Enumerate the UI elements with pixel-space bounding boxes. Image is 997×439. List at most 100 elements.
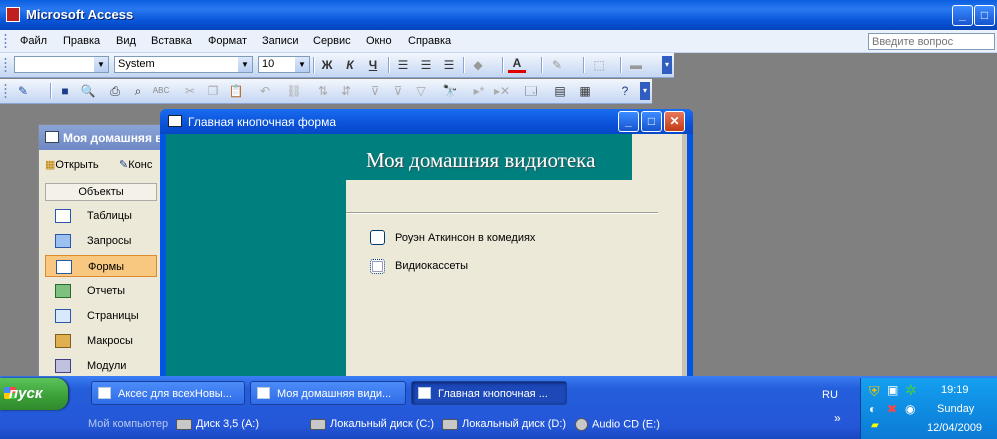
object-pages[interactable]: Страницы: [45, 305, 157, 327]
italic-button[interactable]: К: [341, 56, 359, 74]
ask-question-input[interactable]: [868, 33, 995, 50]
drive-d[interactable]: Локальный диск (D:): [442, 418, 566, 430]
clock-time[interactable]: 19:19: [941, 384, 969, 396]
task-database[interactable]: Моя домашняя види...: [250, 381, 406, 405]
formatting-toolbar: ▼ System ▼ 10 ▼ Ж К Ч ☰ ☰ ☰ ◆ A ✎ ⬚ ▬ ▾: [0, 53, 674, 78]
toolbar-options-icon[interactable]: ▾: [662, 56, 672, 74]
save-icon[interactable]: ■: [56, 82, 74, 100]
hyperlink-icon[interactable]: ⛓: [285, 82, 303, 100]
sort-ascending-icon[interactable]: ⇅: [314, 82, 332, 100]
menu-format[interactable]: Формат: [208, 35, 247, 47]
app-title-bar[interactable]: Microsoft Access _ □: [0, 0, 997, 30]
object-macros[interactable]: Макросы: [45, 330, 157, 352]
toolbar-grip[interactable]: [4, 57, 7, 73]
task-access-doc[interactable]: Аксес для всехНовы...: [91, 381, 245, 405]
filter-selection-icon[interactable]: ⊽: [366, 82, 384, 100]
objects-header[interactable]: Объекты: [45, 183, 157, 201]
taskbar-chevron[interactable]: »: [834, 411, 841, 425]
paste-icon[interactable]: 📋: [227, 82, 245, 100]
fill-color-icon[interactable]: ◆: [469, 56, 487, 74]
object-combo[interactable]: ▼: [14, 56, 109, 73]
object-tables[interactable]: Таблицы: [45, 205, 157, 227]
clock-date: 12/04/2009: [927, 422, 983, 434]
cut-icon[interactable]: ✂: [181, 82, 199, 100]
object-reports[interactable]: Отчеты: [45, 280, 157, 302]
drive-c[interactable]: Локальный диск (C:): [310, 418, 434, 430]
network-error-icon[interactable]: ✖: [887, 402, 897, 416]
drive-label: Локальный диск (C:): [330, 418, 435, 430]
query-icon: [55, 234, 71, 248]
object-queries[interactable]: Запросы: [45, 230, 157, 252]
properties-icon[interactable]: 🗔: [522, 82, 540, 100]
tray-small-icon[interactable]: ▰: [871, 420, 879, 431]
new-object-icon[interactable]: ▦: [576, 82, 594, 100]
database-icon: [257, 387, 270, 399]
design-button[interactable]: ✎Конс: [119, 158, 152, 171]
switchboard-button-1[interactable]: [370, 230, 385, 245]
menu-file[interactable]: Файл: [20, 35, 47, 47]
maximize-button[interactable]: □: [641, 111, 662, 132]
switchboard-button-2[interactable]: [370, 259, 385, 274]
print-icon[interactable]: ⎙: [106, 82, 124, 100]
print-preview-icon[interactable]: ⌕: [129, 82, 147, 100]
switchboard-title-bar[interactable]: Главная кнопочная форма _ □ ✕: [160, 109, 693, 134]
menu-insert[interactable]: Вставка: [151, 35, 192, 47]
filter-form-icon[interactable]: ⊽: [389, 82, 407, 100]
help-icon[interactable]: ?: [616, 82, 634, 100]
network-icon[interactable]: ▣: [887, 383, 898, 397]
start-label: пуск: [9, 385, 43, 402]
menu-view[interactable]: Вид: [116, 35, 136, 47]
database-window-title-bar[interactable]: Моя домашняя в: [39, 125, 169, 150]
start-button[interactable]: пуск: [0, 378, 68, 410]
line-color-icon[interactable]: ✎: [548, 56, 566, 74]
delete-record-icon[interactable]: ▸✕: [493, 82, 511, 100]
sort-descending-icon[interactable]: ⇵: [337, 82, 355, 100]
menu-help[interactable]: Справка: [408, 35, 451, 47]
align-left-icon[interactable]: ☰: [394, 56, 412, 74]
toolbar-grip[interactable]: [4, 83, 7, 99]
font-color-button[interactable]: A: [508, 56, 526, 73]
undo-icon[interactable]: ↶: [256, 82, 274, 100]
open-button[interactable]: ▦Открыть: [45, 158, 99, 171]
bold-button[interactable]: Ж: [318, 56, 336, 74]
menu-tools[interactable]: Сервис: [313, 35, 351, 47]
minimize-button[interactable]: _: [618, 111, 639, 132]
apply-filter-icon[interactable]: ▽: [412, 82, 430, 100]
switchboard-window: Главная кнопочная форма _ □ ✕ Моя домашн…: [160, 109, 693, 384]
database-window-icon[interactable]: ▤: [551, 82, 569, 100]
spelling-icon[interactable]: ABC: [152, 82, 170, 100]
find-icon[interactable]: 🔭: [441, 82, 459, 100]
menu-edit[interactable]: Правка: [63, 35, 100, 47]
minimize-button[interactable]: _: [952, 5, 973, 26]
new-record-icon[interactable]: ▸*: [470, 82, 488, 100]
sound-icon[interactable]: ◐: [869, 402, 876, 416]
border-icon[interactable]: ⬚: [590, 56, 608, 74]
line-width-icon[interactable]: ▬: [627, 56, 645, 74]
copy-icon[interactable]: ❐: [204, 82, 222, 100]
close-button[interactable]: ✕: [664, 111, 685, 132]
security-shield-icon[interactable]: ⛨: [869, 383, 880, 400]
menu-window[interactable]: Окно: [366, 35, 392, 47]
file-search-icon[interactable]: 🔍: [79, 82, 97, 100]
language-indicator[interactable]: RU: [822, 389, 838, 401]
clock-app-icon[interactable]: ◉: [905, 402, 915, 416]
module-icon: [55, 359, 71, 373]
align-right-icon[interactable]: ☰: [440, 56, 458, 74]
toolbar-options-icon[interactable]: ▾: [640, 82, 650, 100]
object-modules[interactable]: Модули: [45, 355, 157, 377]
drive-a[interactable]: Диск 3,5 (A:): [176, 418, 259, 430]
drive-e[interactable]: Audio CD (E:): [575, 418, 660, 431]
underline-button[interactable]: Ч: [364, 56, 382, 74]
font-combo[interactable]: System ▼: [114, 56, 253, 73]
menu-bar: Файл Правка Вид Вставка Формат Записи Се…: [0, 30, 997, 53]
word-doc-icon: [98, 387, 111, 399]
align-center-icon[interactable]: ☰: [417, 56, 435, 74]
maximize-button[interactable]: □: [974, 5, 995, 26]
view-design-icon[interactable]: ✎: [14, 82, 32, 100]
task-switchboard[interactable]: Главная кнопочная ...: [411, 381, 567, 405]
size-combo[interactable]: 10 ▼: [258, 56, 310, 73]
menubar-grip[interactable]: [4, 33, 7, 49]
utility-icon[interactable]: ✲: [905, 382, 917, 399]
menu-records[interactable]: Записи: [262, 35, 299, 47]
object-forms[interactable]: Формы: [45, 255, 157, 277]
